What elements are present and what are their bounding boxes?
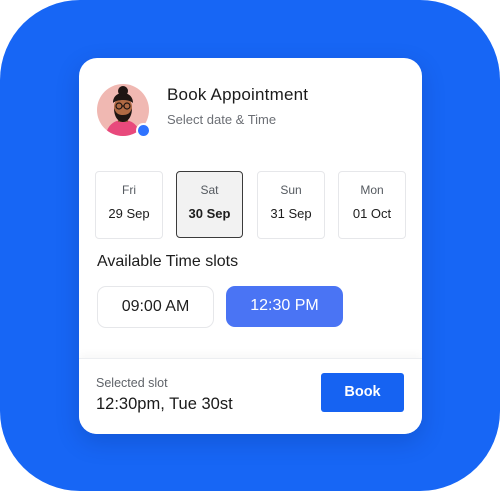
booking-footer: Selected slot 12:30pm, Tue 30st Book: [79, 358, 422, 434]
date-value-label: 30 Sep: [188, 206, 231, 221]
avatar[interactable]: [97, 84, 151, 138]
page-subtitle: Select date & Time: [167, 112, 277, 127]
date-day-label: Sun: [280, 183, 302, 197]
date-day-label: Sat: [200, 183, 219, 197]
time-slots-heading: Available Time slots: [97, 253, 239, 270]
date-option-sat[interactable]: Sat 30 Sep: [176, 171, 243, 238]
date-day-label: Fri: [122, 183, 136, 197]
book-button[interactable]: Book: [321, 373, 404, 412]
date-value-label: 31 Sep: [270, 206, 312, 221]
time-slot-0900[interactable]: 09:00 AM: [97, 286, 214, 328]
date-option-fri[interactable]: Fri 29 Sep: [95, 171, 163, 239]
date-picker: Fri 29 Sep Sat 30 Sep Sun 31 Sep Mon 01 …: [95, 171, 407, 239]
date-option-mon[interactable]: Mon 01 Oct: [338, 171, 406, 239]
date-value-label: 01 Oct: [352, 206, 392, 221]
date-value-label: 29 Sep: [108, 206, 150, 221]
selected-slot-label: Selected slot: [96, 376, 168, 390]
date-day-label: Mon: [360, 183, 384, 197]
page-title: Book Appointment: [167, 85, 309, 104]
time-slot-1230[interactable]: 12:30 PM: [226, 286, 343, 327]
online-status-dot: [136, 123, 151, 138]
header: Book Appointment Select date & Time: [97, 82, 397, 142]
date-option-sun[interactable]: Sun 31 Sep: [257, 171, 325, 239]
selected-slot-value: 12:30pm, Tue 30st: [96, 395, 233, 413]
appointment-card: Book Appointment Select date & Time Fri …: [79, 58, 422, 434]
